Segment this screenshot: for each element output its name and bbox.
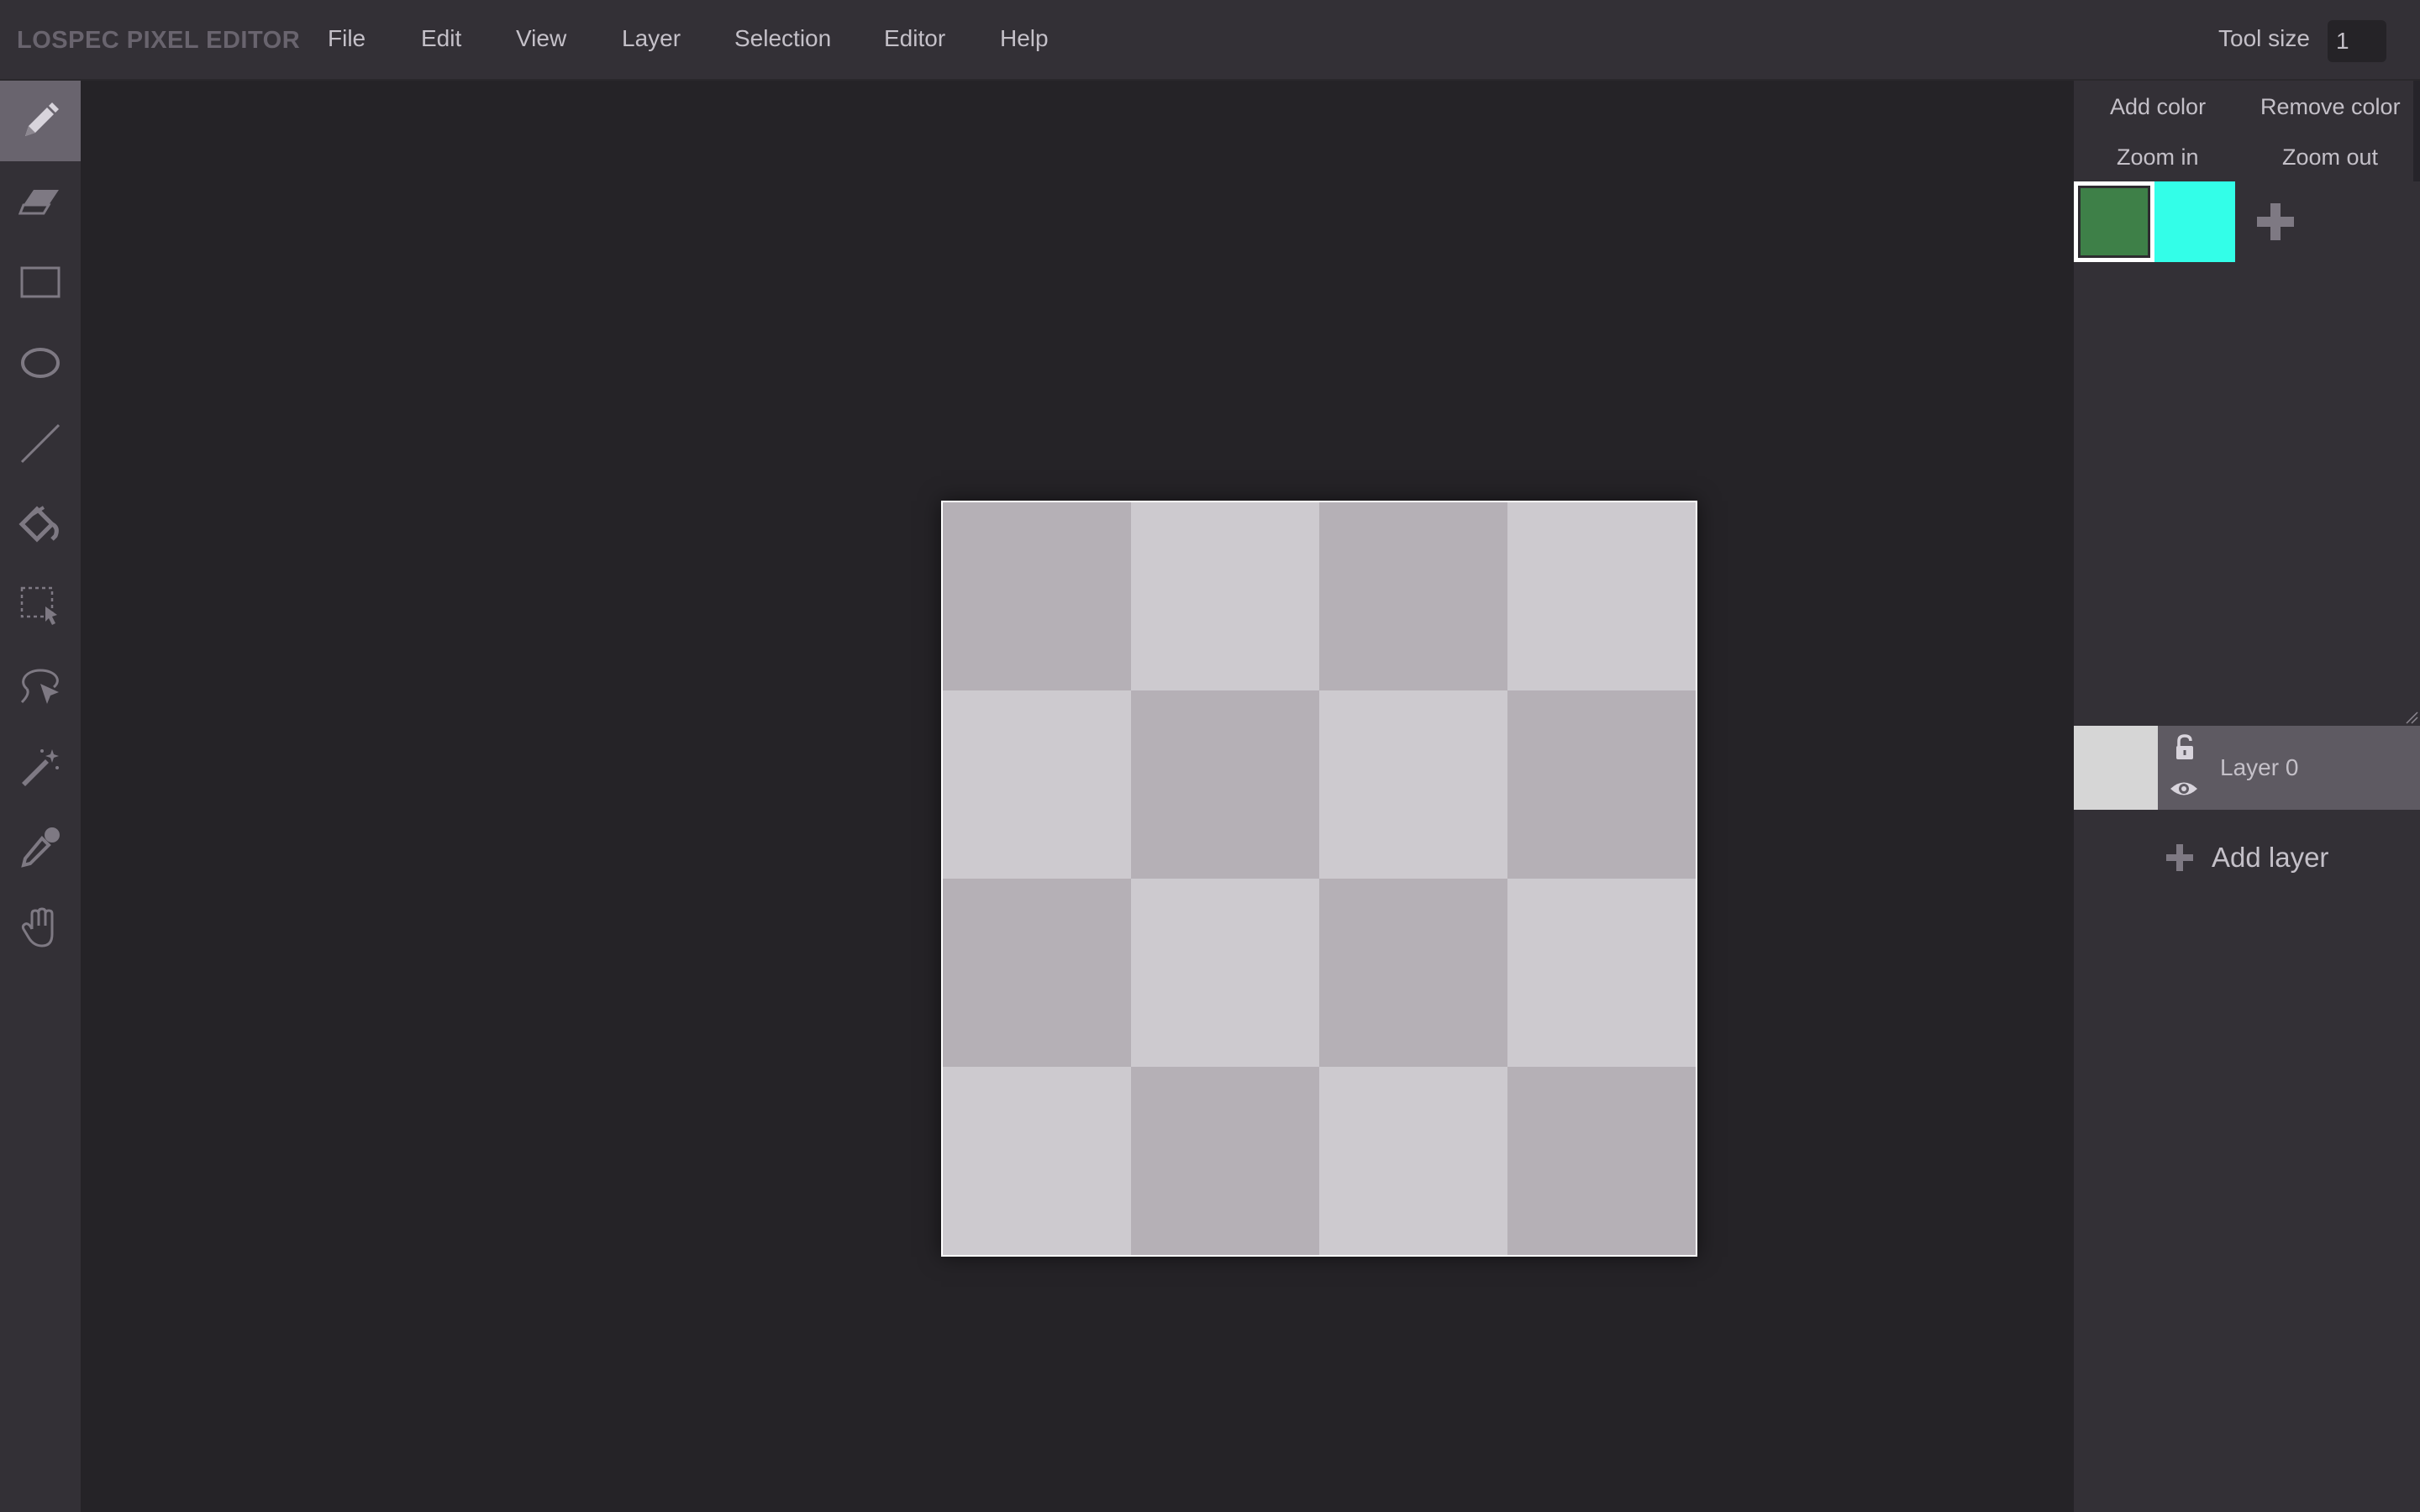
layer-item[interactable]: Layer 0 — [2074, 726, 2420, 810]
layer-name: Layer 0 — [2220, 754, 2299, 780]
app-title: LOSPEC PIXEL EDITOR — [17, 27, 301, 54]
tool-ellipse[interactable] — [0, 323, 81, 403]
canvas-checker-cell — [943, 690, 1131, 879]
menu-help[interactable]: Help — [1000, 25, 1049, 52]
add-layer-label: Add layer — [2212, 842, 2329, 873]
canvas-checker-cell — [1131, 1067, 1319, 1255]
tool-magic-wand[interactable] — [0, 726, 81, 806]
canvas-checker-cell — [1319, 1067, 1507, 1255]
plus-icon[interactable] — [2254, 200, 2297, 244]
pencil-icon — [25, 102, 59, 136]
lasso-icon — [20, 669, 59, 704]
tool-eraser[interactable] — [0, 161, 81, 242]
plus-icon — [2166, 844, 2193, 871]
tool-line[interactable] — [0, 403, 81, 484]
tool-size-input[interactable] — [2328, 20, 2386, 62]
canvas-checker-cell — [1131, 690, 1319, 879]
menu-view[interactable]: View — [516, 25, 566, 52]
pixel-canvas[interactable] — [941, 501, 1697, 1257]
remove-color-button[interactable]: Remove color — [2260, 94, 2401, 120]
canvas-area[interactable] — [81, 81, 2074, 1512]
rect-select-icon — [20, 586, 57, 625]
tool-rect-select[interactable] — [0, 564, 81, 645]
canvas-checker-cell — [1507, 1067, 1696, 1255]
menu-editor[interactable]: Editor — [884, 25, 945, 52]
eyedropper-icon — [21, 827, 60, 868]
line-icon — [20, 423, 60, 464]
eraser-icon — [18, 190, 59, 215]
tool-bar — [0, 81, 81, 1512]
zoom-out-button[interactable]: Zoom out — [2282, 144, 2378, 171]
menu-bar: LOSPEC PIXEL EDITOR File Edit View Layer… — [0, 0, 2420, 81]
tool-pencil[interactable] — [0, 81, 81, 161]
menu-layer[interactable]: Layer — [622, 25, 681, 52]
palette-swatch[interactable] — [2154, 181, 2235, 262]
canvas-checker-cell — [1131, 879, 1319, 1067]
canvas-checker-cell — [943, 1067, 1131, 1255]
layer-thumbnail — [2074, 726, 2158, 810]
menu-selection[interactable]: Selection — [734, 25, 831, 52]
canvas-checker-cell — [943, 502, 1131, 690]
canvas-checker-cell — [1131, 502, 1319, 690]
canvas-checker-cell — [1319, 502, 1507, 690]
canvas-checker-cell — [1507, 502, 1696, 690]
tool-rectangle[interactable] — [0, 242, 81, 323]
add-color-button[interactable]: Add color — [2110, 94, 2206, 120]
canvas-checker-cell — [1319, 690, 1507, 879]
ellipse-icon — [21, 348, 60, 378]
tool-size-label: Tool size — [2218, 25, 2310, 51]
menu-edit[interactable]: Edit — [421, 25, 461, 52]
fill-bucket-icon — [18, 506, 59, 543]
palette-scrollbar[interactable] — [2413, 81, 2420, 181]
eye-icon[interactable] — [2168, 773, 2200, 805]
hand-icon — [21, 907, 54, 948]
resize-grip-icon[interactable] — [2405, 711, 2418, 724]
tool-eyedropper[interactable] — [0, 806, 81, 887]
menu-file[interactable]: File — [328, 25, 366, 52]
magic-wand-icon — [22, 749, 59, 786]
canvas-checker-cell — [1507, 879, 1696, 1067]
tool-fill[interactable] — [0, 484, 81, 564]
swatch-selection-frame — [2074, 181, 2154, 262]
canvas-checker-cell — [943, 879, 1131, 1067]
tool-lasso[interactable] — [0, 645, 81, 726]
canvas-checker-cell — [1507, 690, 1696, 879]
zoom-in-button[interactable]: Zoom in — [2117, 144, 2199, 171]
palette-swatch-selected[interactable] — [2074, 181, 2154, 262]
rectangle-icon — [20, 266, 60, 298]
tool-pan[interactable] — [0, 887, 81, 968]
lock-icon[interactable] — [2170, 732, 2200, 763]
add-layer-button[interactable]: Add layer — [2165, 837, 2328, 879]
canvas-checker-cell — [1319, 879, 1507, 1067]
